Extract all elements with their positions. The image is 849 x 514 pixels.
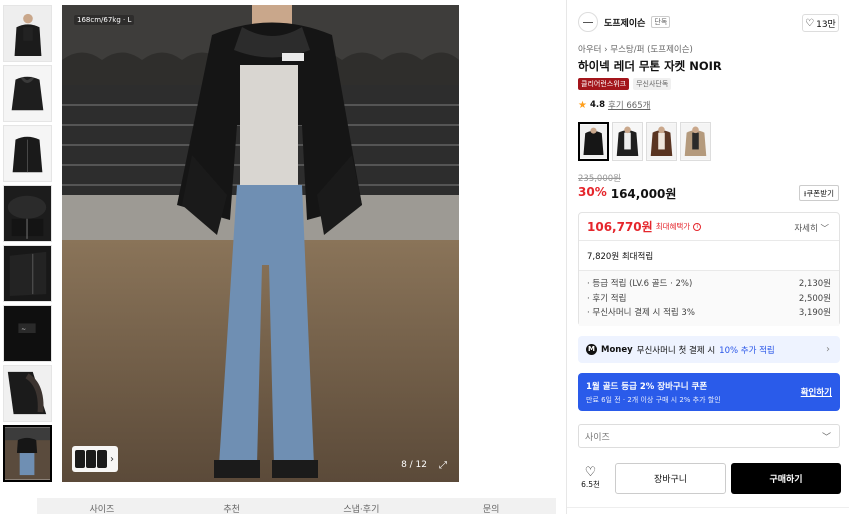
points-row: · 등급 적립 (LV.6 골드 · 2%) 2,130원 [587, 277, 831, 292]
main-product-image[interactable]: 168cm/67kg · L › 8 / 12 ⤢ [62, 5, 459, 482]
color-option-black-white[interactable] [612, 122, 643, 161]
promo-subtitle: 만료 6일 전 · 2개 이상 구매 시 2% 추가 할인 [586, 396, 721, 404]
color-option-brown[interactable] [646, 122, 677, 161]
heart-icon: ♡ [584, 465, 597, 480]
points-row: · 후기 적립 2,500원 [587, 292, 831, 307]
purchase-actions: ♡ 6.5천 장바구니 구매하기 [578, 463, 841, 494]
related-set-thumb[interactable]: › [72, 446, 118, 472]
benefit-header: 106,770원 최대혜택가 i 자세히 ﹀ [579, 213, 839, 241]
money-text: 무신사머니 첫 결제 시 [636, 345, 716, 356]
model-photo [62, 5, 459, 482]
color-options [578, 122, 711, 161]
brand-like-count: 13만 [816, 19, 836, 30]
points-row-value: 3,190원 [798, 308, 831, 318]
breadcrumb[interactable]: 아우터 › 무스탕/퍼 (도프제이슨) [578, 43, 693, 55]
tab-snap-review[interactable]: 스냅·후기 [297, 498, 427, 514]
money-highlight: 10% 추가 적립 [719, 345, 775, 356]
points-row: · 무신사머니 결제 시 적립 3% 3,190원 [587, 306, 831, 321]
set-mini-3 [97, 450, 107, 468]
thumbnail-5[interactable] [3, 245, 52, 302]
add-to-cart-button[interactable]: 장바구니 [615, 463, 726, 494]
points-row-value: 2,500원 [798, 293, 831, 304]
wishlist-button[interactable]: ♡ 6.5천 [578, 465, 603, 490]
coupon-promo-banner: 1월 골드 등급 2% 장바구니 쿠폰 만료 6일 전 · 2개 이상 구매 시… [578, 373, 840, 411]
color-option-beige[interactable] [680, 122, 711, 161]
chevron-down-icon: ﹀ [820, 224, 829, 234]
color-option-black[interactable] [578, 122, 609, 161]
promo-confirm-button[interactable]: 확인하기 [801, 386, 832, 398]
chevron-right-icon: › [110, 453, 114, 465]
benefit-detail-toggle[interactable]: 자세히 ﹀ [794, 222, 829, 234]
thumbnail-4[interactable] [3, 185, 52, 242]
heart-icon: ♡ [805, 17, 815, 29]
points-row-label: · 후기 적립 [587, 293, 627, 304]
sale-price: 164,000원 [610, 187, 677, 201]
price-row: 30% 164,000원 [578, 185, 676, 202]
svg-text:~: ~ [21, 327, 26, 333]
brand-badge: 단독 [651, 16, 671, 28]
promo-title: 1월 골드 등급 2% 장바구니 쿠폰 [586, 382, 708, 392]
original-price: 235,000원 [578, 174, 621, 184]
wishlist-count: 6.5천 [581, 480, 600, 489]
product-title: 하이넥 레더 무톤 자켓 NOIR [578, 59, 722, 73]
money-brand: Money [601, 344, 633, 355]
rating-row[interactable]: ★ 4.8 후기 665개 [578, 99, 650, 112]
brand-like-button[interactable]: ♡ 13만 [802, 14, 839, 32]
thumbnail-3[interactable] [3, 125, 52, 182]
points-row-value: 2,130원 [798, 279, 831, 289]
points-total: 7,820원 최대적립 [579, 241, 839, 271]
brand-logo [578, 12, 598, 32]
brand-name[interactable]: 도프제이슨 [604, 16, 645, 29]
brand-row[interactable]: 도프제이슨 단독 [578, 12, 671, 32]
max-benefit-label: 최대혜택가 [655, 222, 691, 231]
rating-score: 4.8 [589, 100, 606, 110]
expand-icon[interactable]: ⤢ [439, 460, 447, 471]
money-icon: M [586, 344, 597, 355]
product-info-panel: 도프제이슨 단독 ♡ 13만 아우터 › 무스탕/퍼 (도프제이슨) 하이넥 레… [566, 0, 849, 514]
tag-clearance: 클리어런스위크 [578, 78, 630, 90]
review-count-link[interactable]: 후기 665개 [608, 99, 650, 111]
thumbnail-8-selected[interactable] [3, 425, 52, 482]
tab-recommend[interactable]: 추천 [167, 498, 297, 514]
thumbnail-2[interactable] [3, 65, 52, 122]
buy-now-button[interactable]: 구매하기 [731, 463, 841, 494]
product-page: ~ 168cm/67kg · L › 8 / 12 ⤢ 사이즈 추천 스냅·후기… [0, 0, 849, 514]
thumbnail-7[interactable] [3, 365, 52, 422]
info-icon[interactable]: i [693, 222, 702, 231]
size-select[interactable]: 사이즈 ﹀ [578, 424, 840, 448]
panel-divider [567, 507, 849, 514]
points-row-label: · 무신사머니 결제 시 적립 3% [587, 308, 695, 318]
max-benefit-box: 106,770원 최대혜택가 i 자세히 ﹀ 7,820원 최대적립 · 등급 … [578, 212, 840, 326]
chevron-right-icon: › [826, 344, 830, 355]
tab-qna[interactable]: 문의 [426, 498, 556, 514]
tag-exclusive: 무신사단독 [633, 78, 672, 90]
musinsa-money-banner[interactable]: M Money 무신사머니 첫 결제 시 10% 추가 적립 › [578, 336, 840, 363]
coupon-label: 쿠폰받기 [806, 189, 834, 198]
thumbnail-1[interactable] [3, 5, 52, 62]
product-tags: 클리어런스위크 무신사단독 [578, 78, 672, 90]
set-mini-2 [86, 450, 96, 468]
size-select-placeholder: 사이즈 [585, 432, 610, 443]
max-benefit-price: 106,770원 [587, 220, 653, 234]
points-breakdown: · 등급 적립 (LV.6 골드 · 2%) 2,130원 · 후기 적립 2,… [579, 271, 839, 326]
thumbnail-6[interactable]: ~ [3, 305, 52, 362]
model-size-overlay: 168cm/67kg · L [74, 15, 135, 25]
detail-tabs: 사이즈 추천 스냅·후기 문의 [37, 498, 556, 514]
image-counter: 8 / 12 [401, 460, 427, 470]
coupon-button[interactable]: ⭳쿠폰받기 [798, 185, 839, 201]
star-icon: ★ [578, 99, 587, 111]
set-mini-1 [75, 450, 85, 468]
benefit-detail-label: 자세히 [794, 224, 818, 234]
chevron-down-icon: ﹀ [821, 432, 831, 443]
discount-rate: 30% [578, 185, 607, 199]
thumbnail-list: ~ [3, 5, 52, 485]
tab-size[interactable]: 사이즈 [37, 498, 167, 514]
points-row-label: · 등급 적립 (LV.6 골드 · 2%) [587, 279, 693, 289]
